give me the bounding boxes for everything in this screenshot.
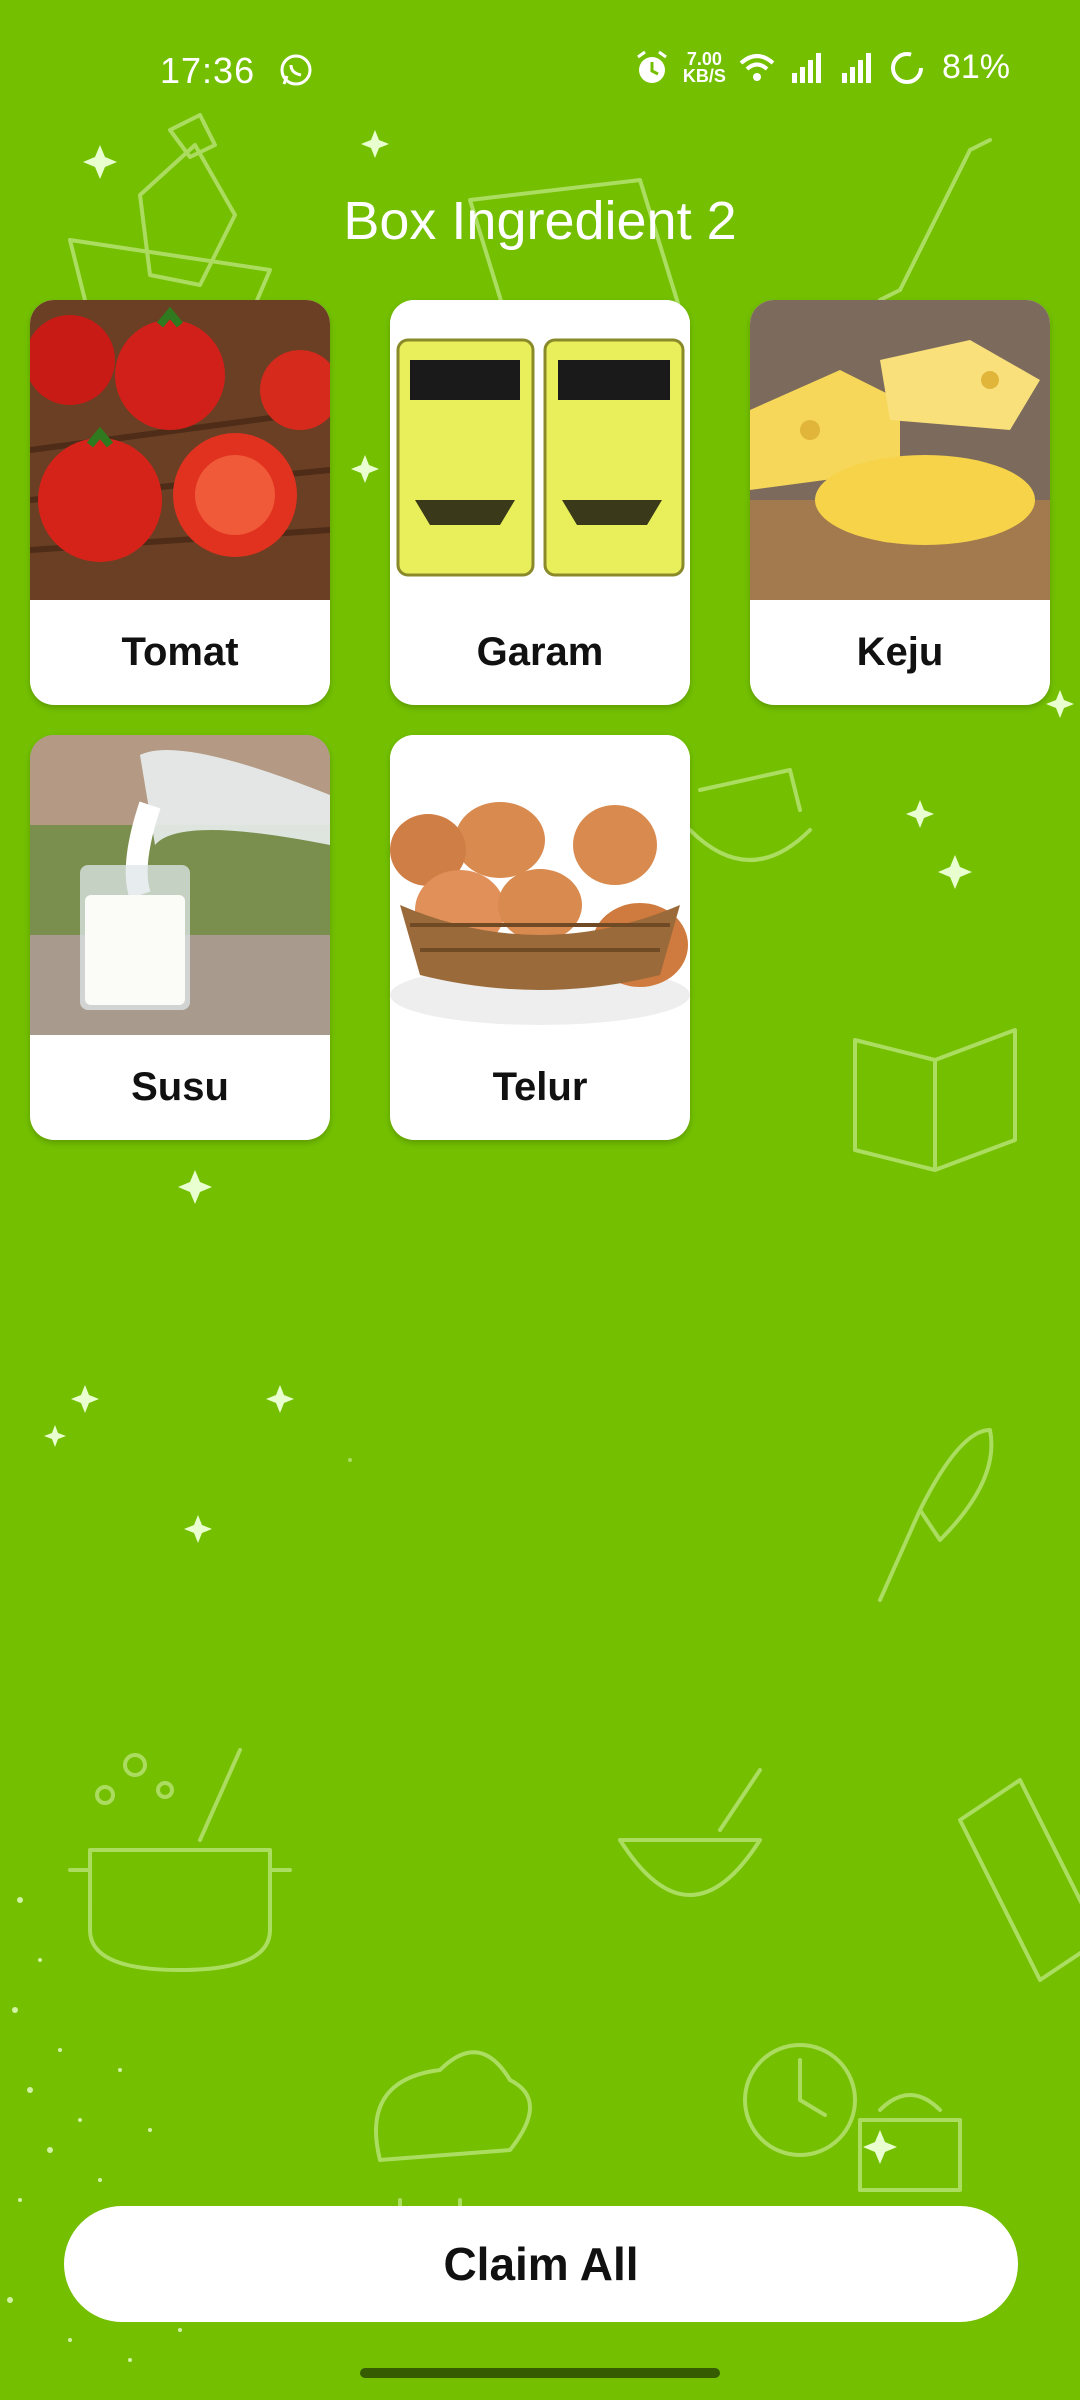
ingredient-label: Keju <box>856 630 944 674</box>
signal-icon-1 <box>791 52 821 83</box>
claim-all-button[interactable]: Claim All <box>64 2206 1018 2322</box>
signal-icon-2 <box>841 52 871 83</box>
battery-percentage: 81% <box>941 48 1010 86</box>
status-bar: 17:36 7.00 KB/S 81% <box>0 0 1080 140</box>
ingredient-label: Susu <box>131 1065 229 1109</box>
ingredient-label: Garam <box>476 630 604 674</box>
whatsapp-icon <box>280 54 312 86</box>
milk-image <box>30 735 330 1035</box>
ingredient-card-telur[interactable]: Telur <box>390 735 690 1140</box>
network-speed: 7.00 KB/S <box>682 48 726 86</box>
wifi-icon <box>739 53 775 81</box>
tomatoes-image <box>30 300 330 600</box>
eggs-image <box>390 735 690 1035</box>
home-indicator[interactable] <box>360 2368 720 2378</box>
ingredient-card-keju[interactable]: Keju <box>750 300 1050 705</box>
battery-icon <box>890 51 923 84</box>
ingredient-card-garam[interactable]: Garam <box>390 300 690 705</box>
ingredient-card-tomat[interactable]: Tomat <box>30 300 330 705</box>
ingredient-card-susu[interactable]: Susu <box>30 735 330 1140</box>
ingredient-label: Telur <box>492 1065 588 1109</box>
page-title: Box Ingredient 2 <box>343 191 737 251</box>
salt-packets-image <box>390 300 690 600</box>
ingredient-label: Tomat <box>121 630 239 674</box>
alarm-icon <box>637 50 667 83</box>
cheese-image <box>750 300 1050 600</box>
status-time: 17:36 <box>160 50 256 91</box>
